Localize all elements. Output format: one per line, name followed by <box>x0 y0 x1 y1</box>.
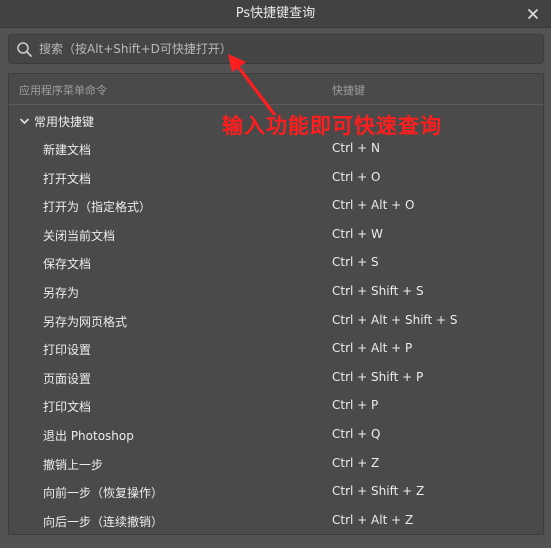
table-row[interactable]: 撤销上一步 Ctrl + Z <box>9 449 543 478</box>
table-row[interactable]: 退出 Photoshop Ctrl + Q <box>9 420 543 449</box>
shortcut-key: Ctrl + W <box>332 226 383 241</box>
command-name: 新建文档 <box>43 143 92 157</box>
shortcut-key: Ctrl + Alt + P <box>332 341 413 356</box>
column-header-command[interactable]: 应用程序菜单命令 <box>19 82 107 98</box>
table-row[interactable]: 向后一步（连续撤销） Ctrl + Alt + Z <box>9 506 543 535</box>
command-name: 另存为网页格式 <box>43 314 128 329</box>
command-name: 打印设置 <box>43 343 92 358</box>
command-name: 向前一步（恢复操作） <box>43 486 164 501</box>
shortcut-key: Ctrl + Shift + S <box>332 283 424 298</box>
command-name: 页面设置 <box>43 371 92 386</box>
table-row[interactable]: 打印文档 Ctrl + P <box>9 391 543 420</box>
shortcut-key: Ctrl + Shift + Z <box>332 484 425 499</box>
shortcut-key: Ctrl + P <box>332 398 379 413</box>
command-name: 打印文档 <box>43 400 92 415</box>
annotation-text: 输入功能即可快速查询 <box>222 114 442 138</box>
command-name: 撤销上一步 <box>43 457 104 472</box>
table-row[interactable]: 打开为（指定格式） Ctrl + Alt + O <box>9 191 543 220</box>
shortcut-key: Ctrl + Q <box>332 426 381 441</box>
shortcut-key: Ctrl + O <box>332 169 381 184</box>
search-input[interactable] <box>39 35 539 63</box>
shortcut-rows: 新建文档 Ctrl + N 打开文档 Ctrl + O 打开为（指定格式） Ctrl + … <box>9 134 543 534</box>
command-name: 向后一步（连续撤销） <box>43 514 164 529</box>
title-bar: Ps快捷键查询 <box>0 0 551 28</box>
table-row[interactable]: 另存为网页格式 Ctrl + Alt + Shift + S <box>9 306 543 335</box>
shortcut-key: Ctrl + Z <box>332 455 380 470</box>
table-row[interactable]: 保存文档 Ctrl + S <box>9 248 543 277</box>
command-name: 保存文档 <box>43 257 92 272</box>
search-icon <box>17 42 32 57</box>
table-row[interactable]: 页面设置 Ctrl + Shift + P <box>9 363 543 392</box>
command-name: 退出 Photoshop <box>43 428 134 443</box>
table-row[interactable]: 打开文档 Ctrl + O <box>9 163 543 192</box>
shortcut-list-panel: 应用程序菜单命令 快捷键 常用快捷键 新建文档 Ctrl + N 打开文档 Ctrl … <box>8 73 544 535</box>
shortcut-key: Ctrl + Alt + Shift + S <box>332 312 458 327</box>
command-name: 关闭当前文档 <box>43 228 116 243</box>
shortcut-key: Ctrl + S <box>332 255 379 270</box>
table-row[interactable]: 向前一步（恢复操作） Ctrl + Shift + Z <box>9 477 543 506</box>
shortcut-key: Ctrl + N <box>332 141 381 155</box>
command-name: 另存为 <box>43 285 80 300</box>
shortcut-key: Ctrl + Shift + P <box>332 369 424 384</box>
command-name: 打开为（指定格式） <box>43 200 152 215</box>
table-row[interactable]: 关闭当前文档 Ctrl + W <box>9 220 543 249</box>
table-row[interactable]: 另存为 Ctrl + Shift + S <box>9 277 543 306</box>
command-name: 打开文档 <box>43 171 92 186</box>
close-icon[interactable] <box>525 6 541 22</box>
group-label: 常用快捷键 <box>34 115 95 129</box>
table-row[interactable]: 打印设置 Ctrl + Alt + P <box>9 334 543 363</box>
shortcut-key: Ctrl + Alt + Z <box>332 512 414 527</box>
column-header-shortcut[interactable]: 快捷键 <box>332 82 365 98</box>
window-title: Ps快捷键查询 <box>235 6 316 21</box>
shortcut-key: Ctrl + Alt + O <box>332 198 415 213</box>
chevron-down-icon[interactable] <box>19 116 30 127</box>
